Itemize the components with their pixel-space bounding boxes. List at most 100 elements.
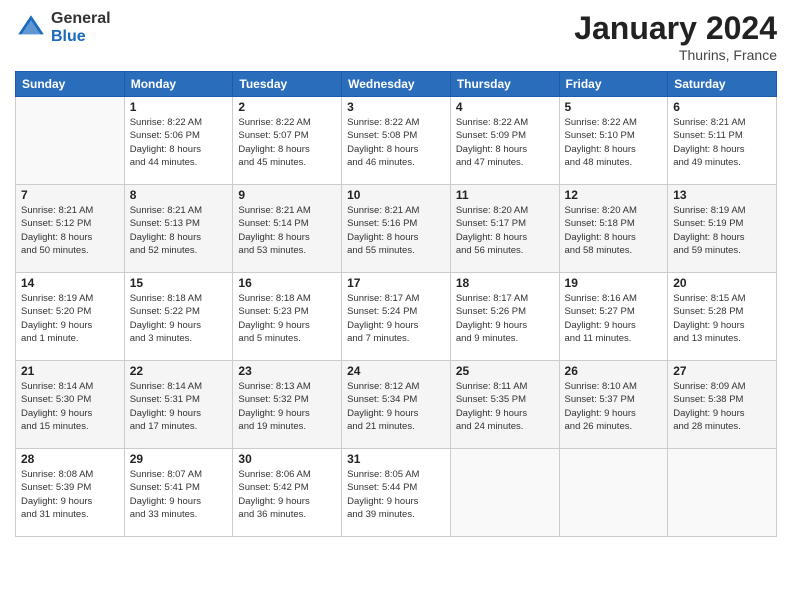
day-number: 5 — [565, 100, 663, 114]
calendar-cell — [16, 97, 125, 185]
calendar-cell — [559, 449, 668, 537]
calendar-cell: 6 Sunrise: 8:21 AM Sunset: 5:11 PM Daylig… — [668, 97, 777, 185]
day-number: 31 — [347, 452, 445, 466]
header: General Blue January 2024 Thurins, Franc… — [15, 10, 777, 63]
day-number: 24 — [347, 364, 445, 378]
day-info: Sunrise: 8:14 AM Sunset: 5:31 PM Dayligh… — [130, 380, 228, 433]
day-info: Sunrise: 8:18 AM Sunset: 5:23 PM Dayligh… — [238, 292, 336, 345]
logo-general-text: General — [51, 10, 111, 28]
day-info: Sunrise: 8:22 AM Sunset: 5:08 PM Dayligh… — [347, 116, 445, 169]
day-info: Sunrise: 8:10 AM Sunset: 5:37 PM Dayligh… — [565, 380, 663, 433]
logo: General Blue — [15, 10, 111, 45]
subtitle: Thurins, France — [574, 47, 777, 63]
calendar-cell: 20Sunrise: 8:15 AM Sunset: 5:28 PM Dayli… — [668, 273, 777, 361]
day-info: Sunrise: 8:21 AM Sunset: 5:13 PM Dayligh… — [130, 204, 228, 257]
calendar-cell: 27Sunrise: 8:09 AM Sunset: 5:38 PM Dayli… — [668, 361, 777, 449]
calendar-cell: 8Sunrise: 8:21 AM Sunset: 5:13 PM Daylig… — [124, 185, 233, 273]
day-number: 22 — [130, 364, 228, 378]
day-info: Sunrise: 8:19 AM Sunset: 5:20 PM Dayligh… — [21, 292, 119, 345]
day-number: 14 — [21, 276, 119, 290]
calendar-cell: 28Sunrise: 8:08 AM Sunset: 5:39 PM Dayli… — [16, 449, 125, 537]
day-number: 23 — [238, 364, 336, 378]
day-number: 26 — [565, 364, 663, 378]
day-number: 18 — [456, 276, 554, 290]
day-info: Sunrise: 8:17 AM Sunset: 5:24 PM Dayligh… — [347, 292, 445, 345]
calendar-cell: 22 Sunrise: 8:14 AM Sunset: 5:31 PM Dayli… — [124, 361, 233, 449]
day-number: 9 — [238, 188, 336, 202]
calendar-cell — [450, 449, 559, 537]
day-header-saturday: Saturday — [668, 72, 777, 97]
day-info: Sunrise: 8:21 AM Sunset: 5:14 PM Dayligh… — [238, 204, 336, 257]
day-number: 25 — [456, 364, 554, 378]
day-info: Sunrise: 8:07 AM Sunset: 5:41 PM Dayligh… — [130, 468, 228, 521]
calendar-cell: 25 Sunrise: 8:11 AM Sunset: 5:35 PM Dayli… — [450, 361, 559, 449]
day-number: 12 — [565, 188, 663, 202]
calendar-cell: 9 Sunrise: 8:21 AM Sunset: 5:14 PM Daylig… — [233, 185, 342, 273]
day-info: Sunrise: 8:17 AM Sunset: 5:26 PM Dayligh… — [456, 292, 554, 345]
day-number: 10 — [347, 188, 445, 202]
calendar-cell: 3 Sunrise: 8:22 AM Sunset: 5:08 PM Daylig… — [342, 97, 451, 185]
calendar-cell: 13 Sunrise: 8:19 AM Sunset: 5:19 PM Dayli… — [668, 185, 777, 273]
day-number: 16 — [238, 276, 336, 290]
day-number: 13 — [673, 188, 771, 202]
calendar-cell: 14 Sunrise: 8:19 AM Sunset: 5:20 PM Dayli… — [16, 273, 125, 361]
day-number: 6 — [673, 100, 771, 114]
logo-text: General Blue — [51, 10, 111, 45]
day-info: Sunrise: 8:05 AM Sunset: 5:44 PM Dayligh… — [347, 468, 445, 521]
calendar-cell: 31 Sunrise: 8:05 AM Sunset: 5:44 PM Dayli… — [342, 449, 451, 537]
logo-icon — [15, 12, 47, 44]
calendar-cell: 19 Sunrise: 8:16 AM Sunset: 5:27 PM Dayli… — [559, 273, 668, 361]
calendar-cell: 4Sunrise: 8:22 AM Sunset: 5:09 PM Daylig… — [450, 97, 559, 185]
day-header-thursday: Thursday — [450, 72, 559, 97]
calendar-week-row: 1Sunrise: 8:22 AM Sunset: 5:06 PM Daylig… — [16, 97, 777, 185]
calendar-cell: 18 Sunrise: 8:17 AM Sunset: 5:26 PM Dayli… — [450, 273, 559, 361]
calendar-week-row: 7 Sunrise: 8:21 AM Sunset: 5:12 PM Daylig… — [16, 185, 777, 273]
day-number: 2 — [238, 100, 336, 114]
day-number: 1 — [130, 100, 228, 114]
day-number: 11 — [456, 188, 554, 202]
day-number: 4 — [456, 100, 554, 114]
day-info: Sunrise: 8:22 AM Sunset: 5:07 PM Dayligh… — [238, 116, 336, 169]
day-info: Sunrise: 8:06 AM Sunset: 5:42 PM Dayligh… — [238, 468, 336, 521]
logo-blue-text: Blue — [51, 28, 111, 46]
calendar-cell: 24Sunrise: 8:12 AM Sunset: 5:34 PM Dayli… — [342, 361, 451, 449]
calendar-cell: 1Sunrise: 8:22 AM Sunset: 5:06 PM Daylig… — [124, 97, 233, 185]
day-info: Sunrise: 8:21 AM Sunset: 5:12 PM Dayligh… — [21, 204, 119, 257]
day-header-tuesday: Tuesday — [233, 72, 342, 97]
day-info: Sunrise: 8:18 AM Sunset: 5:22 PM Dayligh… — [130, 292, 228, 345]
day-number: 29 — [130, 452, 228, 466]
day-info: Sunrise: 8:20 AM Sunset: 5:18 PM Dayligh… — [565, 204, 663, 257]
month-title: January 2024 — [574, 10, 777, 47]
calendar-cell: 21Sunrise: 8:14 AM Sunset: 5:30 PM Dayli… — [16, 361, 125, 449]
day-number: 19 — [565, 276, 663, 290]
calendar-cell: 23Sunrise: 8:13 AM Sunset: 5:32 PM Dayli… — [233, 361, 342, 449]
calendar-cell: 30 Sunrise: 8:06 AM Sunset: 5:42 PM Dayli… — [233, 449, 342, 537]
calendar-cell: 29 Sunrise: 8:07 AM Sunset: 5:41 PM Dayli… — [124, 449, 233, 537]
day-number: 15 — [130, 276, 228, 290]
calendar-week-row: 14 Sunrise: 8:19 AM Sunset: 5:20 PM Dayli… — [16, 273, 777, 361]
calendar-week-row: 21Sunrise: 8:14 AM Sunset: 5:30 PM Dayli… — [16, 361, 777, 449]
day-number: 7 — [21, 188, 119, 202]
day-info: Sunrise: 8:19 AM Sunset: 5:19 PM Dayligh… — [673, 204, 771, 257]
day-info: Sunrise: 8:21 AM Sunset: 5:11 PM Dayligh… — [673, 116, 771, 169]
calendar-cell: 10 Sunrise: 8:21 AM Sunset: 5:16 PM Dayli… — [342, 185, 451, 273]
day-number: 30 — [238, 452, 336, 466]
day-info: Sunrise: 8:11 AM Sunset: 5:35 PM Dayligh… — [456, 380, 554, 433]
calendar-cell: 7 Sunrise: 8:21 AM Sunset: 5:12 PM Daylig… — [16, 185, 125, 273]
day-number: 17 — [347, 276, 445, 290]
main-container: General Blue January 2024 Thurins, Franc… — [0, 0, 792, 612]
day-info: Sunrise: 8:16 AM Sunset: 5:27 PM Dayligh… — [565, 292, 663, 345]
day-info: Sunrise: 8:21 AM Sunset: 5:16 PM Dayligh… — [347, 204, 445, 257]
day-header-friday: Friday — [559, 72, 668, 97]
calendar-cell: 2 Sunrise: 8:22 AM Sunset: 5:07 PM Daylig… — [233, 97, 342, 185]
day-number: 3 — [347, 100, 445, 114]
calendar-header-row: SundayMondayTuesdayWednesdayThursdayFrid… — [16, 72, 777, 97]
calendar-cell: 17 Sunrise: 8:17 AM Sunset: 5:24 PM Dayli… — [342, 273, 451, 361]
calendar-table: SundayMondayTuesdayWednesdayThursdayFrid… — [15, 71, 777, 537]
calendar-cell: 26 Sunrise: 8:10 AM Sunset: 5:37 PM Dayli… — [559, 361, 668, 449]
day-header-sunday: Sunday — [16, 72, 125, 97]
day-header-wednesday: Wednesday — [342, 72, 451, 97]
day-info: Sunrise: 8:20 AM Sunset: 5:17 PM Dayligh… — [456, 204, 554, 257]
day-info: Sunrise: 8:14 AM Sunset: 5:30 PM Dayligh… — [21, 380, 119, 433]
day-number: 20 — [673, 276, 771, 290]
